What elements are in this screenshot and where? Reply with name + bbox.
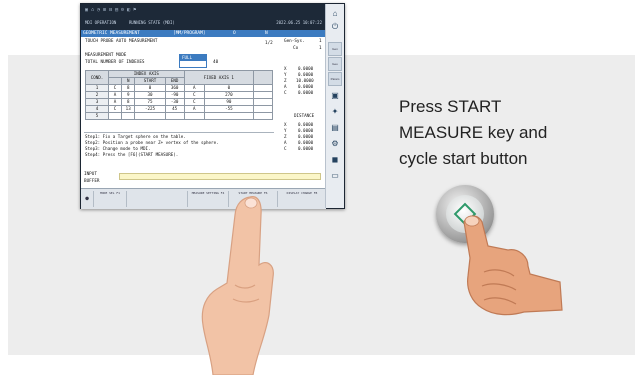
table-row[interactable]: 1 C 8 0 360 A 0 — [85, 84, 273, 92]
indexes-value[interactable]: 40 — [213, 60, 218, 66]
distance-label: DISTANCE — [294, 113, 315, 118]
caption-line-2: MEASURE key and — [399, 123, 548, 142]
step-4: Step4: Press the [F6](START MEASURE). — [85, 152, 179, 157]
co-label: Co — [293, 46, 299, 51]
measurement-screen: GEOMETRIC MEASUREMENT [MM/PROGRAM] O N T… — [81, 30, 326, 188]
table-row[interactable]: 3 A 8 75 -30 C 90 — [85, 98, 273, 106]
window-icon[interactable]: ▭ — [328, 169, 342, 181]
pos-value: 0.0000 — [298, 90, 314, 95]
instruction-caption: Press START MEASURE key and cycle start … — [399, 94, 599, 172]
tab-gen[interactable]: Gen — [328, 42, 342, 56]
screen-program: [MM/PROGRAM] — [173, 31, 206, 36]
return-icon[interactable]: ● — [81, 191, 94, 207]
col-start: START — [134, 77, 166, 85]
gen-sys-value[interactable]: 1 — [319, 39, 322, 45]
gen-sys-label: Gen-Sys. — [284, 39, 305, 44]
stop-icon[interactable]: ◼ — [328, 153, 342, 165]
softkey-f8[interactable]: DISPLAY CHANGE F8 — [278, 191, 326, 207]
dist-value: 0.0000 — [298, 146, 314, 151]
measurement-mode-dropdown[interactable]: FULL — [179, 54, 207, 68]
page-heading: TOUCH PROBE AUTO MEASUREMENT — [85, 39, 158, 44]
col-n: N — [120, 77, 136, 85]
image-icon[interactable]: ▣ — [328, 89, 342, 101]
instruction-steps: Step1: Fix a Target sphere on the table.… — [84, 132, 274, 171]
operation-mode: MDI OPERATION — [85, 20, 117, 25]
buffer-label: BUFFER — [84, 179, 100, 184]
table-row[interactable]: 5 — [85, 112, 273, 120]
co-value[interactable]: 1 — [319, 46, 322, 52]
list-icon[interactable]: ▤ — [328, 121, 342, 133]
input-area: INPUT BUFFER — [84, 172, 324, 186]
power-icon[interactable]: ⏻ — [328, 21, 342, 33]
condition-table: COND. INDEX AXIS FIXED AXIS 1 N START EN… — [85, 70, 273, 120]
program-n: N — [265, 31, 268, 36]
caption-line-1: Press START — [399, 97, 502, 116]
table-row[interactable]: 4 C 13 -225 45 A -55 — [85, 105, 273, 113]
col-fixed-axis: FIXED AXIS 1 — [183, 70, 255, 85]
col-index-axis: INDEX AXIS — [108, 70, 185, 78]
screen-title: GEOMETRIC MEASUREMENT — [83, 31, 140, 36]
mode-option-full[interactable]: FULL — [180, 55, 206, 61]
caption-line-3: cycle start button — [399, 149, 528, 168]
pointing-hand-icon — [201, 196, 274, 375]
pos-axis: C — [284, 90, 287, 95]
home-icon[interactable]: ⌂ — [328, 7, 342, 19]
pin-icon[interactable]: ✦ — [328, 105, 342, 117]
screen-title-bar: GEOMETRIC MEASUREMENT [MM/PROGRAM] O N — [81, 30, 326, 37]
cnc-monitor: ▣ ⌂ ◔ ⊞ ⊟ ▤ ⚙ ◧ ⚑ MDI OPERATION RUNNING … — [80, 3, 345, 209]
program-o: O — [233, 31, 236, 36]
tab-geo[interactable]: Geo — [328, 57, 342, 71]
col-cond: COND. — [85, 70, 109, 85]
running-state: RUNNING STATE (MDI) — [129, 20, 175, 25]
datetime: 2022.06.25 10:07:22 — [276, 20, 322, 25]
softkey-f2[interactable] — [127, 191, 188, 207]
measurement-mode-label: MEASUREMENT MODE — [85, 53, 127, 58]
right-sidebar: ⌂ ⏻ Gen Geo Param ▣ ✦ ▤ ⚙ ◼ ▭ — [325, 4, 344, 208]
col-end: END — [164, 77, 185, 85]
status-bar: ▣ ⌂ ◔ ⊞ ⊟ ▤ ⚙ ◧ ⚑ MDI OPERATION RUNNING … — [81, 4, 326, 30]
page-indicator: 1/2 — [265, 41, 273, 46]
softkey-f1[interactable]: MODE SEL F1 — [94, 191, 127, 207]
gear-icon[interactable]: ⚙ — [328, 137, 342, 149]
dist-axis: C — [284, 146, 287, 151]
indexes-label: TOTAL NUMBER OF INDEXES — [85, 60, 145, 65]
status-icons: ▣ ⌂ ◔ ⊞ ⊟ ▤ ⚙ ◧ ⚑ — [85, 7, 137, 13]
tab-param[interactable]: Param — [328, 72, 342, 86]
thumb-hand-icon — [463, 215, 563, 316]
input-label: INPUT — [84, 172, 97, 177]
table-row[interactable]: 2 A 9 30 -90 C 270 — [85, 91, 273, 99]
input-field[interactable] — [119, 173, 321, 180]
